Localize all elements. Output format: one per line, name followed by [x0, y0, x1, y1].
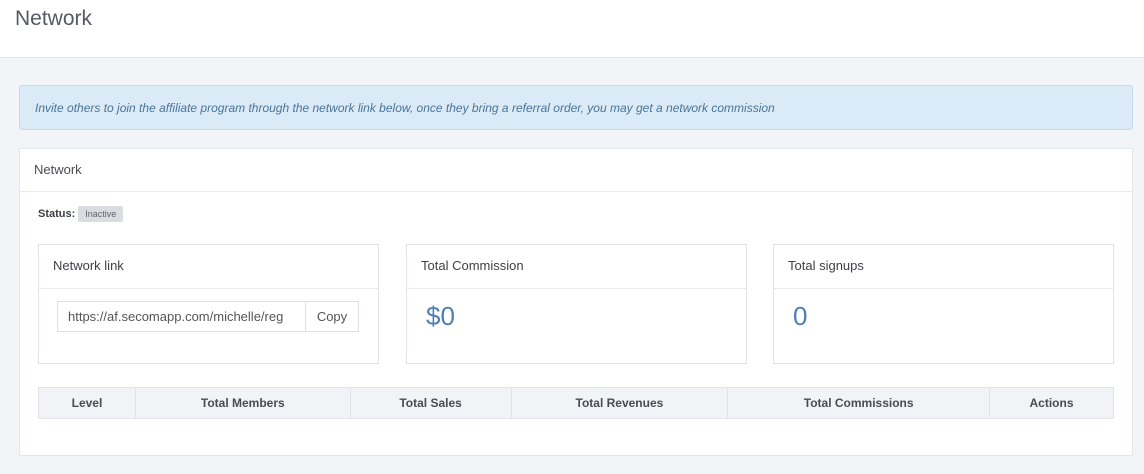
status-label: Status: — [38, 208, 76, 220]
network-portlet: Network Status: Inactive Network link Co… — [19, 148, 1133, 456]
column-header-total-sales: Total Sales — [349, 387, 512, 419]
network-table: Level Total Members Total Sales Total Re… — [38, 387, 1114, 419]
copy-button[interactable]: Copy — [306, 302, 358, 331]
total-commission-card: Total Commission $0 — [406, 244, 747, 364]
total-commission-value: $0 — [426, 301, 455, 331]
portlet-title: Network — [20, 149, 1132, 192]
column-header-actions: Actions — [989, 387, 1114, 419]
page-title: Network — [15, 7, 93, 30]
status-badge: Inactive — [78, 206, 124, 222]
info-banner: Invite others to join the affiliate prog… — [19, 85, 1133, 130]
column-header-level: Level — [38, 387, 136, 419]
network-link-card: Network link Copy — [38, 244, 379, 364]
status-row: Status: Inactive — [38, 206, 124, 222]
table-header-row: Level Total Members Total Sales Total Re… — [38, 387, 1114, 419]
network-link-group: Copy — [57, 301, 359, 332]
total-signups-card: Total signups 0 — [773, 244, 1114, 364]
column-header-total-commissions: Total Commissions — [727, 387, 991, 419]
network-link-input[interactable] — [58, 302, 306, 331]
column-header-total-revenues: Total Revenues — [510, 387, 729, 419]
network-link-title: Network link — [39, 245, 378, 289]
total-signups-value: 0 — [793, 301, 808, 331]
total-commission-title: Total Commission — [407, 245, 746, 289]
column-header-total-members: Total Members — [134, 387, 351, 419]
page-header: Network — [0, 0, 1144, 58]
total-signups-title: Total signups — [774, 245, 1113, 289]
network-table-wrap: Level Total Members Total Sales Total Re… — [38, 387, 1114, 419]
